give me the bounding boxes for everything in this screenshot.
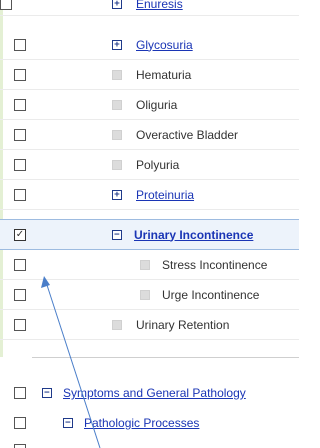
tree-item-label: Oliguria xyxy=(136,97,178,112)
section-divider xyxy=(32,357,299,358)
tree-item-label[interactable]: Symptoms and General Pathology xyxy=(63,386,246,400)
tree-row-urinary-incontinence[interactable]: ✓ − Urinary Incontinence xyxy=(0,219,299,250)
tree-row-stress-incontinence[interactable]: Stress Incontinence xyxy=(0,250,299,280)
tree-row-pathologic-processes[interactable]: − Pathologic Processes xyxy=(0,408,299,438)
collapse-icon[interactable]: − xyxy=(112,229,122,240)
row-checkbox[interactable] xyxy=(14,444,26,448)
leaf-node-icon xyxy=(112,69,122,80)
row-checkbox[interactable] xyxy=(14,38,26,51)
tree-item-label: Urinary Retention xyxy=(136,317,230,332)
tree-item-label[interactable]: Enuresis xyxy=(136,0,183,11)
tree-item-label[interactable]: Glycosuria xyxy=(136,38,193,52)
tree-row-enuresis[interactable]: + Enuresis xyxy=(0,0,299,16)
row-checkbox[interactable] xyxy=(14,98,26,111)
expand-icon[interactable]: + xyxy=(112,39,122,50)
tree-row-glycosuria[interactable]: + Glycosuria xyxy=(0,30,299,60)
tree-item-label: Hematuria xyxy=(136,67,192,82)
tree-row-polyuria[interactable]: Polyuria xyxy=(0,150,299,180)
tree-row-urinary-retention[interactable]: Urinary Retention xyxy=(0,310,299,340)
tree-item-label: Urge Incontinence xyxy=(162,287,260,302)
tree-row-urge-incontinence[interactable]: Urge Incontinence xyxy=(0,280,299,310)
tree-item-label: Polyuria xyxy=(136,157,180,172)
row-checkbox-checked[interactable]: ✓ xyxy=(14,228,26,241)
tree-item-label[interactable]: Pathologic Processes xyxy=(84,416,199,430)
tree-item-label: Stress Incontinence xyxy=(162,257,268,272)
row-checkbox[interactable] xyxy=(14,288,26,301)
row-checkbox[interactable] xyxy=(14,318,26,331)
leaf-node-icon xyxy=(112,99,122,110)
row-checkbox[interactable] xyxy=(0,0,12,10)
tree-row-overactive-bladder[interactable]: Overactive Bladder xyxy=(0,120,299,150)
leaf-node-icon xyxy=(140,259,150,270)
tree-row-partial[interactable] xyxy=(0,440,299,448)
row-checkbox[interactable] xyxy=(14,158,26,171)
tree-row-hematuria[interactable]: Hematuria xyxy=(0,60,299,90)
leaf-node-icon xyxy=(112,159,122,170)
expand-icon[interactable]: + xyxy=(112,189,122,200)
expand-icon[interactable]: + xyxy=(112,0,122,9)
leaf-node-icon xyxy=(112,319,122,330)
collapse-icon[interactable]: − xyxy=(63,418,73,428)
tree-panel: + Enuresis + Glycosuria Hematuria Oligur… xyxy=(0,0,299,448)
row-checkbox[interactable] xyxy=(14,128,26,141)
tree-item-label[interactable]: Urinary Incontinence xyxy=(134,228,253,242)
leaf-node-icon xyxy=(140,289,150,300)
row-checkbox[interactable] xyxy=(14,188,26,201)
row-checkbox[interactable] xyxy=(14,387,26,399)
collapse-icon[interactable]: − xyxy=(42,388,52,398)
tree-row-oliguria[interactable]: Oliguria xyxy=(0,90,299,120)
row-checkbox[interactable] xyxy=(14,68,26,81)
leaf-node-icon xyxy=(112,129,122,140)
tree-row-proteinuria[interactable]: + Proteinuria xyxy=(0,180,299,210)
tree-row-symptoms-general-pathology[interactable]: − Symptoms and General Pathology xyxy=(0,378,299,408)
row-checkbox[interactable] xyxy=(14,258,26,271)
tree-item-label: Overactive Bladder xyxy=(136,127,239,142)
tree-item-label[interactable]: Proteinuria xyxy=(136,188,194,202)
row-checkbox[interactable] xyxy=(14,417,26,429)
